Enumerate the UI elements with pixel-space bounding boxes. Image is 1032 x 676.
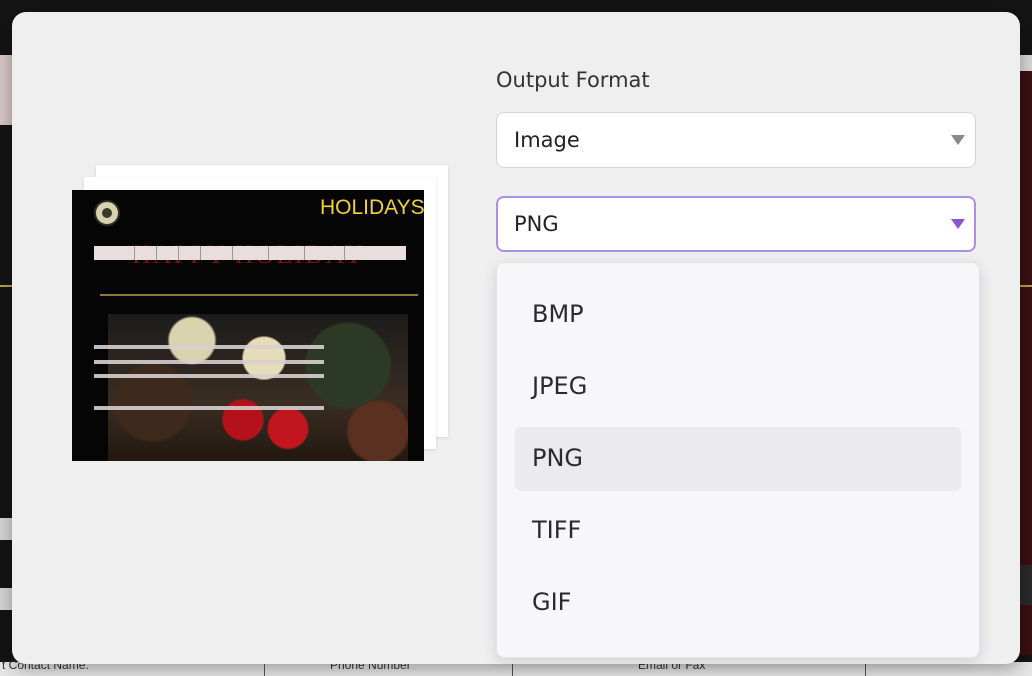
background-footer-row: t Contact Name: Phone Number Email or Fa… bbox=[0, 658, 1032, 676]
thumbnail-table-band bbox=[94, 374, 324, 378]
thumbnail-photo bbox=[108, 314, 408, 461]
thumbnail-table-band bbox=[94, 406, 324, 410]
background-tab bbox=[1020, 55, 1032, 71]
caret-down-icon bbox=[951, 219, 965, 229]
format-option-label: BMP bbox=[532, 300, 584, 328]
output-type-value: Image bbox=[514, 128, 580, 152]
output-type-select[interactable]: Image bbox=[496, 112, 976, 168]
format-option-label: JPEG bbox=[532, 372, 588, 400]
thumbnail-table-row bbox=[94, 246, 406, 260]
thumbnail-table-band bbox=[94, 360, 324, 364]
image-format-value: PNG bbox=[514, 212, 559, 236]
thumbnail-table-band bbox=[94, 345, 324, 349]
format-option-jpeg[interactable]: JPEG bbox=[515, 355, 961, 419]
preview-page-thumbnail: HAPPY HOLIDAY HOLIDAYS bbox=[72, 190, 424, 461]
export-dialog: HAPPY HOLIDAY HOLIDAYS Output Format Ima… bbox=[12, 12, 1020, 664]
image-format-select[interactable]: PNG bbox=[496, 196, 976, 252]
background-divider bbox=[1020, 285, 1032, 287]
thumbnail-title: HOLIDAYS bbox=[320, 196, 424, 219]
format-option-label: TIFF bbox=[532, 516, 582, 544]
format-option-gif[interactable]: GIF bbox=[515, 571, 961, 635]
format-option-label: GIF bbox=[532, 588, 572, 616]
format-option-bmp[interactable]: BMP bbox=[515, 283, 961, 347]
document-preview: HAPPY HOLIDAY HOLIDAYS bbox=[72, 165, 452, 465]
output-format-label: Output Format bbox=[496, 68, 650, 92]
logo-icon bbox=[94, 200, 120, 226]
format-option-png[interactable]: PNG bbox=[515, 427, 961, 491]
caret-down-icon bbox=[951, 135, 965, 145]
background-tab bbox=[1020, 565, 1032, 605]
format-option-tiff[interactable]: TIFF bbox=[515, 499, 961, 563]
format-option-label: PNG bbox=[532, 444, 584, 472]
format-dropdown-menu: BMP JPEG PNG TIFF GIF bbox=[496, 262, 980, 658]
thumbnail-divider bbox=[100, 294, 418, 296]
